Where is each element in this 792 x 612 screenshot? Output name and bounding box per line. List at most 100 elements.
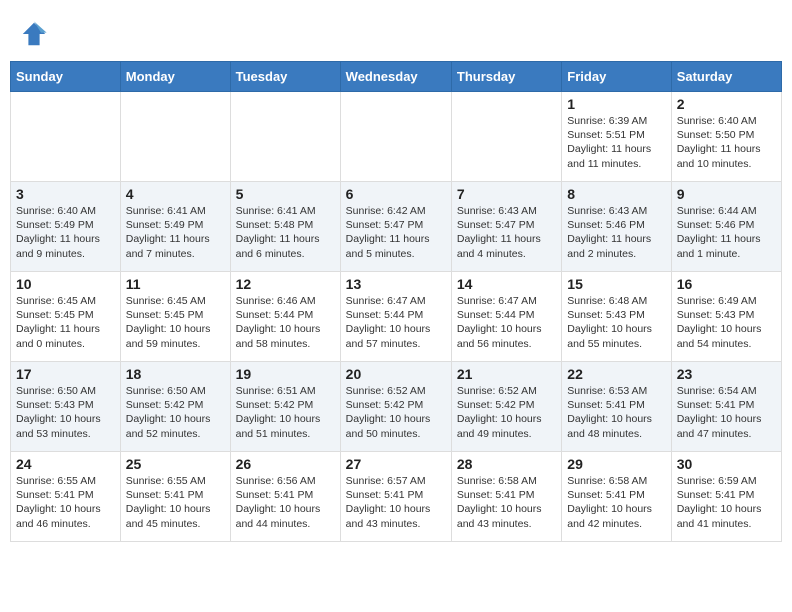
calendar-day-cell [340,92,451,182]
day-number: 15 [567,276,665,292]
day-number: 26 [236,456,335,472]
page-header [10,10,782,53]
calendar-day-cell: 22 Sunrise: 6:53 AMSunset: 5:41 PMDayligh… [562,362,671,452]
calendar-day-cell [451,92,561,182]
calendar-day-cell: 2 Sunrise: 6:40 AMSunset: 5:50 PMDaylight… [671,92,781,182]
day-info: Sunrise: 6:44 AMSunset: 5:46 PMDaylight:… [677,204,776,261]
day-info: Sunrise: 6:41 AMSunset: 5:49 PMDaylight:… [126,204,225,261]
day-number: 5 [236,186,335,202]
day-number: 7 [457,186,556,202]
day-number: 21 [457,366,556,382]
calendar-day-cell: 10 Sunrise: 6:45 AMSunset: 5:45 PMDayligh… [11,272,121,362]
day-number: 19 [236,366,335,382]
calendar-day-cell: 23Sunrise: 6:54 AMSunset: 5:41 PMDayligh… [671,362,781,452]
day-info: Sunrise: 6:43 AMSunset: 5:46 PMDaylight:… [567,204,665,261]
calendar-week-row: 1 Sunrise: 6:39 AMSunset: 5:51 PMDaylight… [11,92,782,182]
day-number: 6 [346,186,446,202]
calendar-day-cell: 26 Sunrise: 6:56 AMSunset: 5:41 PMDayligh… [230,452,340,542]
calendar-day-cell: 9 Sunrise: 6:44 AMSunset: 5:46 PMDaylight… [671,182,781,272]
calendar-day-cell: 13 Sunrise: 6:47 AMSunset: 5:44 PMDayligh… [340,272,451,362]
day-info: Sunrise: 6:57 AMSunset: 5:41 PMDaylight:… [346,474,446,531]
calendar-day-cell: 3 Sunrise: 6:40 AMSunset: 5:49 PMDaylight… [11,182,121,272]
calendar-day-cell: 19 Sunrise: 6:51 AMSunset: 5:42 PMDayligh… [230,362,340,452]
day-info: Sunrise: 6:55 AMSunset: 5:41 PMDaylight:… [126,474,225,531]
day-number: 25 [126,456,225,472]
calendar-day-cell: 5 Sunrise: 6:41 AMSunset: 5:48 PMDaylight… [230,182,340,272]
day-info: Sunrise: 6:59 AMSunset: 5:41 PMDaylight:… [677,474,776,531]
calendar-week-row: 24 Sunrise: 6:55 AMSunset: 5:41 PMDayligh… [11,452,782,542]
calendar-day-header: Friday [562,62,671,92]
day-number: 28 [457,456,556,472]
logo [20,20,52,48]
day-info: Sunrise: 6:46 AMSunset: 5:44 PMDaylight:… [236,294,335,351]
day-info: Sunrise: 6:48 AMSunset: 5:43 PMDaylight:… [567,294,665,351]
day-info: Sunrise: 6:41 AMSunset: 5:48 PMDaylight:… [236,204,335,261]
day-number: 9 [677,186,776,202]
day-number: 11 [126,276,225,292]
calendar-day-cell: 7Sunrise: 6:43 AMSunset: 5:47 PMDaylight… [451,182,561,272]
calendar-table: SundayMondayTuesdayWednesdayThursdayFrid… [10,61,782,542]
calendar-day-cell [11,92,121,182]
day-number: 1 [567,96,665,112]
day-info: Sunrise: 6:49 AMSunset: 5:43 PMDaylight:… [677,294,776,351]
day-number: 17 [16,366,115,382]
calendar-day-header: Saturday [671,62,781,92]
day-info: Sunrise: 6:40 AMSunset: 5:49 PMDaylight:… [16,204,115,261]
day-info: Sunrise: 6:52 AMSunset: 5:42 PMDaylight:… [346,384,446,441]
calendar-day-cell: 21 Sunrise: 6:52 AMSunset: 5:42 PMDayligh… [451,362,561,452]
calendar-day-header: Monday [120,62,230,92]
day-info: Sunrise: 6:54 AMSunset: 5:41 PMDaylight:… [677,384,776,441]
calendar-day-cell: 8 Sunrise: 6:43 AMSunset: 5:46 PMDaylight… [562,182,671,272]
calendar-day-header: Sunday [11,62,121,92]
day-info: Sunrise: 6:47 AMSunset: 5:44 PMDaylight:… [457,294,556,351]
calendar-day-cell: 16 Sunrise: 6:49 AMSunset: 5:43 PMDayligh… [671,272,781,362]
day-number: 4 [126,186,225,202]
calendar-week-row: 10 Sunrise: 6:45 AMSunset: 5:45 PMDayligh… [11,272,782,362]
day-number: 18 [126,366,225,382]
day-number: 24 [16,456,115,472]
calendar-day-cell: 14 Sunrise: 6:47 AMSunset: 5:44 PMDayligh… [451,272,561,362]
day-number: 16 [677,276,776,292]
calendar-day-header: Thursday [451,62,561,92]
day-info: Sunrise: 6:47 AMSunset: 5:44 PMDaylight:… [346,294,446,351]
day-number: 30 [677,456,776,472]
day-info: Sunrise: 6:58 AMSunset: 5:41 PMDaylight:… [567,474,665,531]
calendar-day-cell: 24Sunrise: 6:55 AMSunset: 5:41 PMDayligh… [11,452,121,542]
day-number: 22 [567,366,665,382]
calendar-day-cell: 30 Sunrise: 6:59 AMSunset: 5:41 PMDayligh… [671,452,781,542]
day-info: Sunrise: 6:45 AMSunset: 5:45 PMDaylight:… [16,294,115,351]
calendar-day-cell: 28 Sunrise: 6:58 AMSunset: 5:41 PMDayligh… [451,452,561,542]
day-info: Sunrise: 6:52 AMSunset: 5:42 PMDaylight:… [457,384,556,441]
calendar-day-cell: 18Sunrise: 6:50 AMSunset: 5:42 PMDayligh… [120,362,230,452]
day-info: Sunrise: 6:58 AMSunset: 5:41 PMDaylight:… [457,474,556,531]
day-number: 2 [677,96,776,112]
day-info: Sunrise: 6:50 AMSunset: 5:43 PMDaylight:… [16,384,115,441]
day-number: 13 [346,276,446,292]
day-info: Sunrise: 6:39 AMSunset: 5:51 PMDaylight:… [567,114,665,171]
day-number: 20 [346,366,446,382]
day-info: Sunrise: 6:40 AMSunset: 5:50 PMDaylight:… [677,114,776,171]
day-number: 8 [567,186,665,202]
calendar-day-cell: 1 Sunrise: 6:39 AMSunset: 5:51 PMDaylight… [562,92,671,182]
day-number: 12 [236,276,335,292]
day-number: 10 [16,276,115,292]
day-info: Sunrise: 6:42 AMSunset: 5:47 PMDaylight:… [346,204,446,261]
calendar-day-cell: 27Sunrise: 6:57 AMSunset: 5:41 PMDayligh… [340,452,451,542]
calendar-day-cell: 25 Sunrise: 6:55 AMSunset: 5:41 PMDayligh… [120,452,230,542]
calendar-day-cell: 12 Sunrise: 6:46 AMSunset: 5:44 PMDayligh… [230,272,340,362]
day-info: Sunrise: 6:56 AMSunset: 5:41 PMDaylight:… [236,474,335,531]
calendar-day-cell: 15 Sunrise: 6:48 AMSunset: 5:43 PMDayligh… [562,272,671,362]
calendar-day-cell: 17 Sunrise: 6:50 AMSunset: 5:43 PMDayligh… [11,362,121,452]
calendar-day-cell: 6 Sunrise: 6:42 AMSunset: 5:47 PMDaylight… [340,182,451,272]
day-info: Sunrise: 6:45 AMSunset: 5:45 PMDaylight:… [126,294,225,351]
calendar-day-cell [120,92,230,182]
day-info: Sunrise: 6:53 AMSunset: 5:41 PMDaylight:… [567,384,665,441]
calendar-day-cell: 29 Sunrise: 6:58 AMSunset: 5:41 PMDayligh… [562,452,671,542]
day-number: 14 [457,276,556,292]
calendar-header-row: SundayMondayTuesdayWednesdayThursdayFrid… [11,62,782,92]
day-number: 3 [16,186,115,202]
day-number: 29 [567,456,665,472]
day-info: Sunrise: 6:51 AMSunset: 5:42 PMDaylight:… [236,384,335,441]
logo-icon [20,20,48,48]
calendar-day-cell: 20 Sunrise: 6:52 AMSunset: 5:42 PMDayligh… [340,362,451,452]
